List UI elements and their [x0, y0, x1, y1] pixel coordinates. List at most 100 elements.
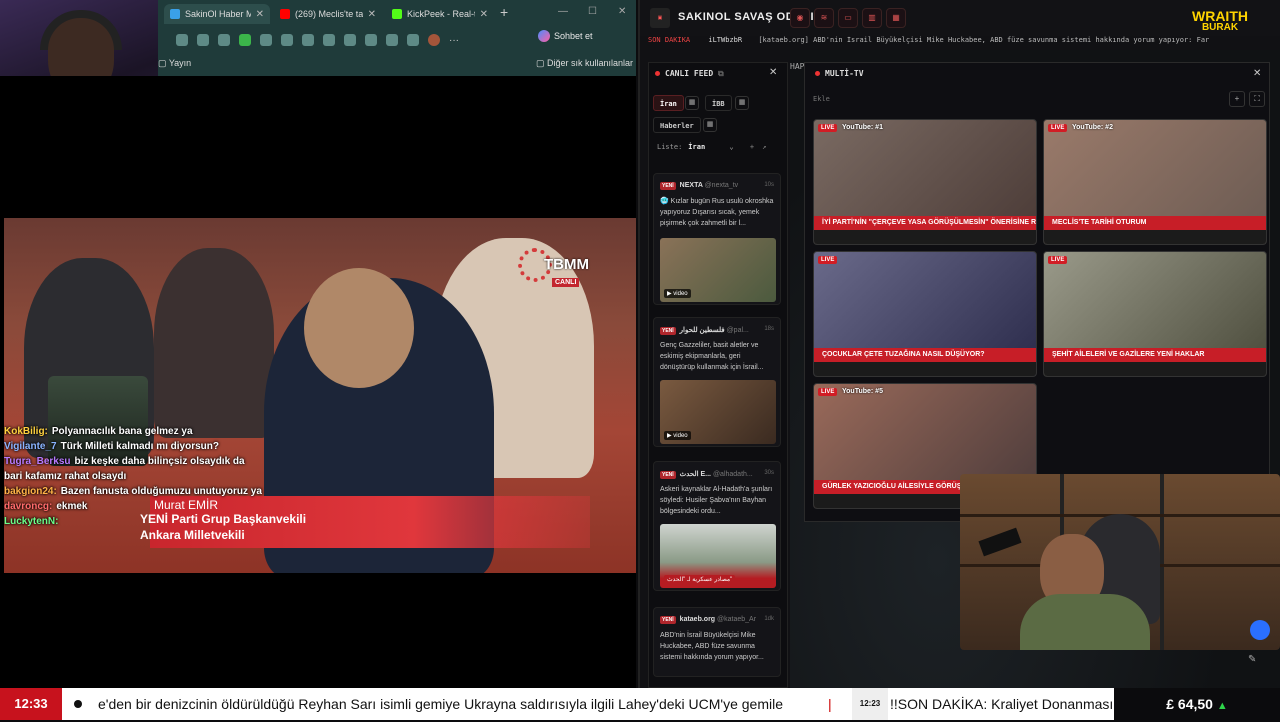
tv-tile-2[interactable]: LIVE YouTube: #2 MECLİS'TE TARİHİ OTURUM — [1043, 119, 1267, 245]
feed-item[interactable]: YENİ NEXTA @nexta_tv 10s 🥶 Kızlar bugün R… — [653, 173, 781, 305]
grid-icon[interactable]: ▦ — [735, 96, 749, 110]
youtube-icon — [280, 9, 290, 19]
browser-tab-3[interactable]: KickPeek - Real-time ✕ — [386, 4, 494, 24]
close-icon[interactable]: ✕ — [769, 67, 777, 78]
microphone-icon — [978, 527, 1022, 557]
tab-favicon-globe-icon — [170, 9, 180, 19]
feed-text: Genç Gazzeliler, basit aletler ve eskimi… — [660, 342, 764, 371]
breaking-tag: SON DAKİKA — [648, 36, 691, 44]
copilot-label: Sohbet et — [554, 31, 593, 41]
feed-chip-haberler[interactable]: Haberler — [653, 117, 701, 133]
globe-button[interactable] — [1250, 620, 1270, 640]
favorites-icon[interactable] — [386, 34, 398, 46]
split-screen-icon[interactable] — [365, 34, 377, 46]
tile-caption: ŞEHİT AİLELERİ VE GAZİLERE YENİ HAKLAR — [1044, 348, 1266, 362]
kick-icon — [392, 9, 402, 19]
extension-icon[interactable] — [176, 34, 188, 46]
feed-media[interactable]: مصادر عسكرية لـ "الحدث" — [660, 524, 776, 588]
tv-tile-3[interactable]: LIVE ÇOCUKLAR ÇETE TUZAĞINA NASIL DÜŞÜYO… — [813, 251, 1037, 377]
feed-chip-iran[interactable]: İran — [653, 95, 684, 111]
multi-tv-panel: MULTİ-TV ✕ + ⛶ LIVEYouTube: #1 İYİ PARTİ… — [804, 62, 1270, 522]
ticker-text-2: !!SON DAKİKA: Kraliyet Donanması — [890, 696, 1114, 712]
bookmark-other-favorites[interactable]: ▢ Diğer sık kullanılanlar — [536, 58, 633, 69]
tbmm-logo: TBMM CANLI — [518, 246, 589, 292]
radio-icon[interactable]: ◉ — [790, 8, 810, 28]
grid-icon[interactable]: ▦ — [703, 118, 717, 132]
chat-message: Vigilante_7 Türk Milleti kalmadı mı diyor… — [4, 441, 219, 452]
browser-tab-1[interactable]: SakinOl Haber Merk ✕ — [164, 4, 270, 24]
extension-icon[interactable] — [218, 34, 230, 46]
feed-text: 🥶 Kızlar bugün Rus usulü okroshka yapıyo… — [660, 198, 774, 227]
new-tab-button[interactable]: + — [500, 4, 508, 20]
window-close-icon[interactable]: ✕ — [618, 6, 626, 17]
tab-label: (269) Meclis'te tarih — [295, 9, 363, 19]
chat-message: davroncg: ekmek — [4, 501, 88, 512]
refresh-icon[interactable] — [344, 34, 356, 46]
rss-icon[interactable]: ≋ — [814, 8, 834, 28]
close-icon[interactable]: ✕ — [1253, 68, 1261, 79]
add-icon: + — [749, 143, 755, 151]
star-icon[interactable] — [197, 34, 209, 46]
add-icon[interactable]: + — [1229, 91, 1245, 107]
ticker-clock: 12:33 — [0, 688, 62, 720]
arrow-up-icon: ▲ — [1216, 700, 1228, 712]
news-ticker: 12:33 e'den bir denizcinin öldürüldüğü R… — [0, 688, 1280, 720]
streamer-webcam-2 — [960, 474, 1280, 650]
maximize-icon[interactable]: ☐ — [588, 6, 597, 17]
extension-icon[interactable] — [281, 34, 293, 46]
feed-text: ABD'nin İsrail Büyükelçisi Mike Huckabee… — [660, 632, 764, 661]
fullscreen-icon[interactable]: ⛶ — [1249, 91, 1265, 107]
bookmarks-bar: ▢ Yayın ▢ Diğer sık kullanılanlar — [158, 54, 636, 74]
streamer-body — [1020, 594, 1150, 650]
chat-message: KokBilig: Polyannacılık bana gelmez ya — [4, 426, 193, 437]
translate-icon[interactable] — [302, 34, 314, 46]
tv-tile-1[interactable]: LIVE YouTube: #1 İYİ PARTİ'NİN "ÇERÇEVE Y… — [813, 119, 1037, 245]
ticker-text: e'den bir denizcinin öldürüldüğü Reyhan … — [98, 696, 784, 712]
avatar[interactable] — [428, 34, 440, 46]
extension-icon[interactable] — [323, 34, 335, 46]
list-selector[interactable]: Liste: İran ⌄ + ↗ — [657, 143, 766, 151]
add-channel-input[interactable] — [813, 91, 1113, 107]
grid-icon[interactable]: ▦ — [886, 8, 906, 28]
extension-icon[interactable] — [239, 34, 251, 46]
price-display: £ 64,50 ▲ — [1114, 688, 1280, 720]
background-person — [154, 248, 274, 438]
external-link-icon: ↗ — [762, 143, 767, 151]
collections-icon[interactable] — [407, 34, 419, 46]
copilot-button[interactable]: Sohbet et — [538, 30, 593, 42]
minimize-icon[interactable]: — — [558, 6, 568, 17]
chart-icon[interactable]: ▥ — [862, 8, 882, 28]
extension-icon[interactable] — [260, 34, 272, 46]
breaking-source: iLTWbzbR — [708, 36, 743, 44]
close-icon[interactable]: ✕ — [368, 9, 376, 20]
feed-media[interactable]: ▶ video — [660, 238, 776, 302]
brand-logo: WRAITH BURAK — [1192, 8, 1248, 33]
browser-tab-2[interactable]: (269) Meclis'te tarih ✕ — [274, 4, 382, 24]
tv-tile-4[interactable]: LIVE ŞEHİT AİLELERİ VE GAZİLERE YENİ HAK… — [1043, 251, 1267, 377]
feed-item[interactable]: YENİ فلسطين للحوار @pal... 18s Genç Gazze… — [653, 317, 781, 447]
multi-tv-title: MULTİ-TV — [815, 69, 864, 78]
ticker-track: e'den bir denizcinin öldürüldüğü Reyhan … — [98, 688, 1114, 720]
close-icon[interactable]: ✕ — [256, 9, 264, 20]
grid-icon[interactable]: ▦ — [685, 96, 699, 110]
map-label: HAP — [790, 62, 805, 71]
live-feed-panel: CANLI FEED ⧉ ✕ İran ▦ İBB ▦ Haberler ▦ L… — [648, 62, 788, 688]
tab-label: SakinOl Haber Merk — [185, 9, 251, 19]
feed-title: CANLI FEED ⧉ — [655, 69, 724, 79]
pencil-icon[interactable]: ✎ — [1248, 654, 1264, 670]
bookmark-yayin[interactable]: ▢ Yayın — [158, 58, 191, 69]
feed-media[interactable]: ▶ video — [660, 380, 776, 444]
tv-icon[interactable]: ▭ — [838, 8, 858, 28]
feed-item[interactable]: YENİ kataeb.org @kataeb_Ar 1dk ABD'nin İs… — [653, 607, 781, 677]
ticker-dot — [74, 700, 82, 708]
feed-item[interactable]: YENİ الحدث E... @alhadath... 30s Askeri k… — [653, 461, 781, 591]
close-icon[interactable]: ✕ — [480, 9, 488, 20]
copilot-icon — [538, 30, 550, 42]
feed-text: Askeri kaynaklar Al-Hadath'a şunları söy… — [660, 486, 773, 515]
speaker-head — [304, 268, 414, 388]
tile-caption: İYİ PARTİ'NİN "ÇERÇEVE YASA GÖRÜŞÜLMESİN… — [814, 216, 1036, 230]
more-menu-icon[interactable]: ··· — [449, 35, 459, 46]
feed-chip-ibb[interactable]: İBB — [705, 95, 732, 111]
chat-message: LuckytenN: — [4, 516, 59, 527]
headphones — [40, 10, 122, 50]
